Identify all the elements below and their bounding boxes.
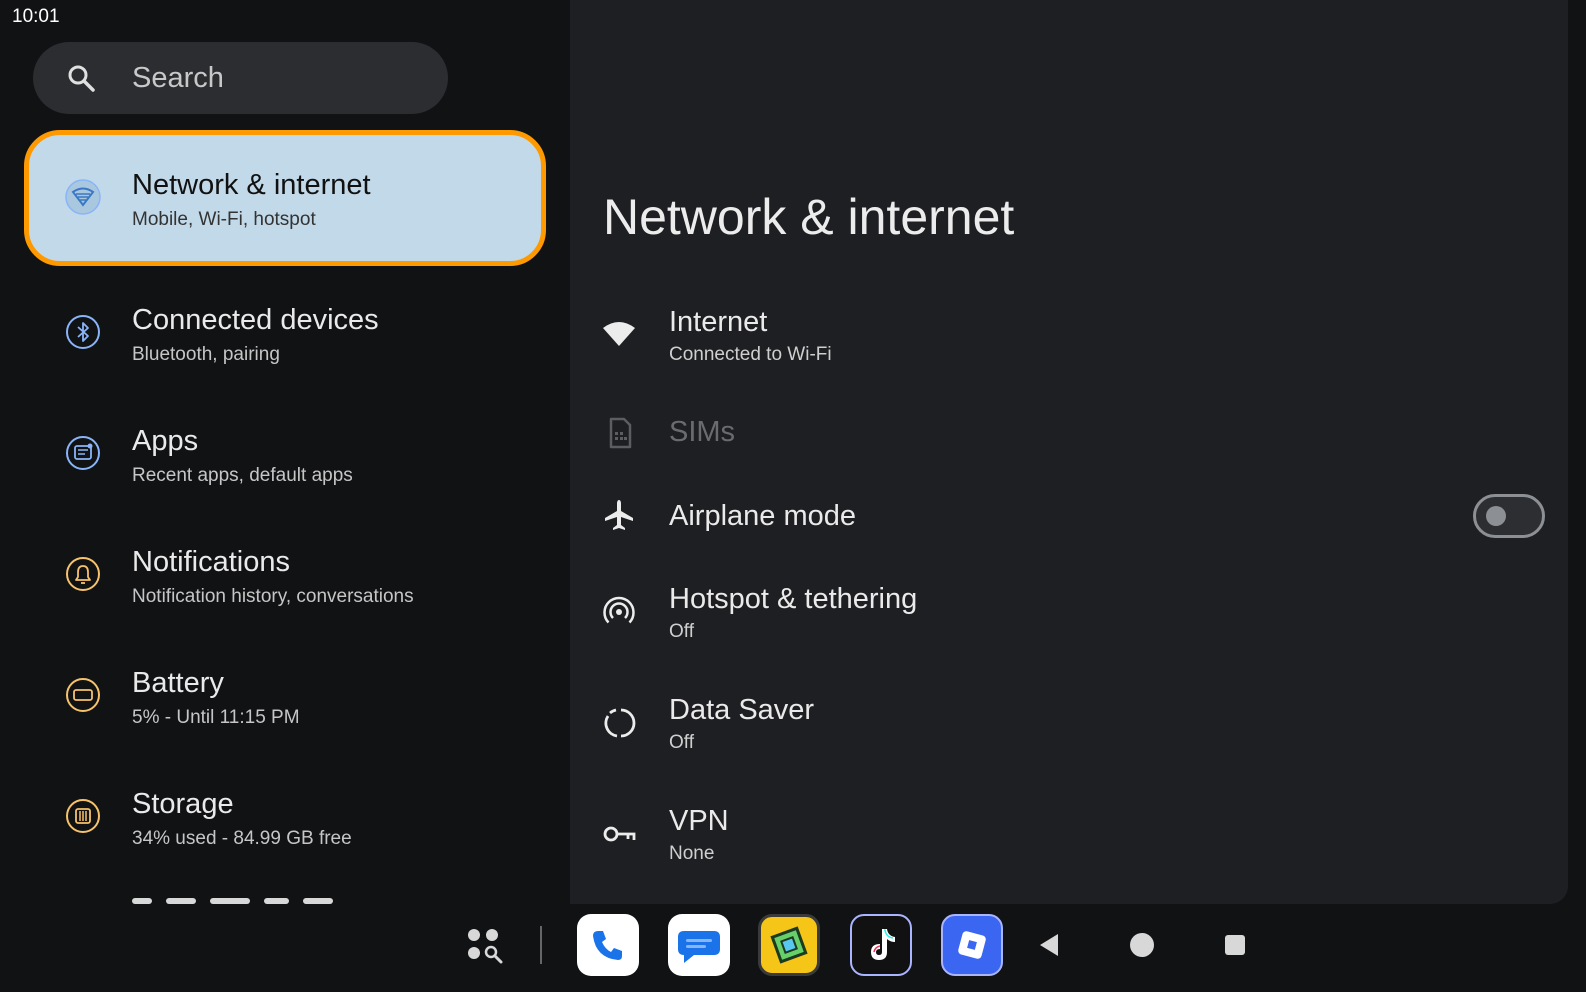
tiktok-app-icon[interactable] [850, 914, 912, 976]
setting-hotspot-tethering[interactable]: Hotspot & tethering Off [570, 567, 1568, 667]
hotspot-icon [602, 595, 636, 629]
setting-internet[interactable]: Internet Connected to Wi-Fi [570, 290, 1568, 390]
nav-item-title: Network & internet [132, 169, 371, 201]
setting-title: Internet [669, 306, 768, 338]
toggle-knob [1486, 506, 1506, 526]
setting-title: Hotspot & tethering [669, 583, 918, 615]
setting-data-saver[interactable]: Data Saver Off [570, 678, 1568, 778]
search-icon [67, 64, 95, 97]
nav-item-partial[interactable] [132, 894, 432, 906]
taskbar [0, 906, 1586, 992]
geometry-dash-app-icon[interactable] [758, 914, 820, 976]
nav-item-title: Notifications [132, 546, 290, 578]
bluetooth-icon [65, 314, 101, 350]
airplane-icon [602, 498, 636, 532]
setting-title: Data Saver [669, 694, 815, 726]
setting-subtitle: Off [669, 621, 694, 642]
setting-subtitle: None [669, 843, 715, 864]
airplane-mode-toggle[interactable] [1473, 494, 1545, 538]
sim-card-icon [602, 416, 636, 450]
nav-item-title: Connected devices [132, 304, 379, 336]
page-title: Network & internet [603, 189, 1015, 245]
setting-title: Airplane mode [669, 500, 856, 532]
nav-item-subtitle: Bluetooth, pairing [132, 344, 280, 365]
nav-item-connected-devices[interactable]: Connected devices Bluetooth, pairing [24, 272, 546, 392]
taskbar-divider [540, 926, 542, 964]
messages-app-icon[interactable] [668, 914, 730, 976]
setting-subtitle: Off [669, 732, 694, 753]
recents-button[interactable] [1204, 914, 1266, 976]
bell-icon [65, 556, 101, 592]
phone-app-icon[interactable] [577, 914, 639, 976]
nav-item-subtitle: Notification history, conversations [132, 586, 414, 607]
wifi-icon [65, 179, 101, 215]
setting-title: VPN [669, 805, 729, 837]
apps-icon [65, 435, 101, 471]
wifi-icon [602, 318, 636, 352]
app-drawer-icon[interactable] [453, 914, 515, 976]
vpn-key-icon [602, 817, 636, 851]
setting-vpn[interactable]: VPN None [570, 789, 1568, 889]
search-bar[interactable]: Search [33, 42, 448, 114]
nav-item-title: Battery [132, 667, 224, 699]
nav-item-apps[interactable]: Apps Recent apps, default apps [24, 393, 546, 513]
settings-nav-pane: Search Network & internet Mobile, Wi-Fi,… [0, 34, 570, 906]
settings-detail-pane: Network & internet Internet Connected to… [570, 0, 1568, 904]
search-label: Search [132, 62, 224, 94]
setting-title: SIMs [669, 416, 736, 448]
nav-item-title: Apps [132, 425, 199, 457]
nav-item-subtitle: 34% used - 84.99 GB free [132, 828, 352, 849]
home-button[interactable] [1111, 914, 1173, 976]
nav-item-subtitle: 5% - Until 11:15 PM [132, 707, 300, 728]
battery-icon [65, 677, 101, 713]
data-saver-icon [602, 706, 636, 740]
nav-item-subtitle: Mobile, Wi-Fi, hotspot [132, 209, 316, 230]
nav-item-network-internet[interactable]: Network & internet Mobile, Wi-Fi, hotspo… [24, 130, 546, 266]
nav-item-battery[interactable]: Battery 5% - Until 11:15 PM [24, 635, 546, 755]
nav-item-subtitle: Recent apps, default apps [132, 465, 353, 486]
storage-icon [65, 798, 101, 834]
nav-item-notifications[interactable]: Notifications Notification history, conv… [24, 514, 546, 634]
nav-item-storage[interactable]: Storage 34% used - 84.99 GB free [24, 756, 546, 876]
back-button[interactable] [1018, 914, 1080, 976]
status-time: 10:01 [12, 6, 60, 27]
nav-item-title: Storage [132, 788, 234, 820]
setting-subtitle: Connected to Wi-Fi [669, 344, 832, 365]
roblox-app-icon[interactable] [941, 914, 1003, 976]
